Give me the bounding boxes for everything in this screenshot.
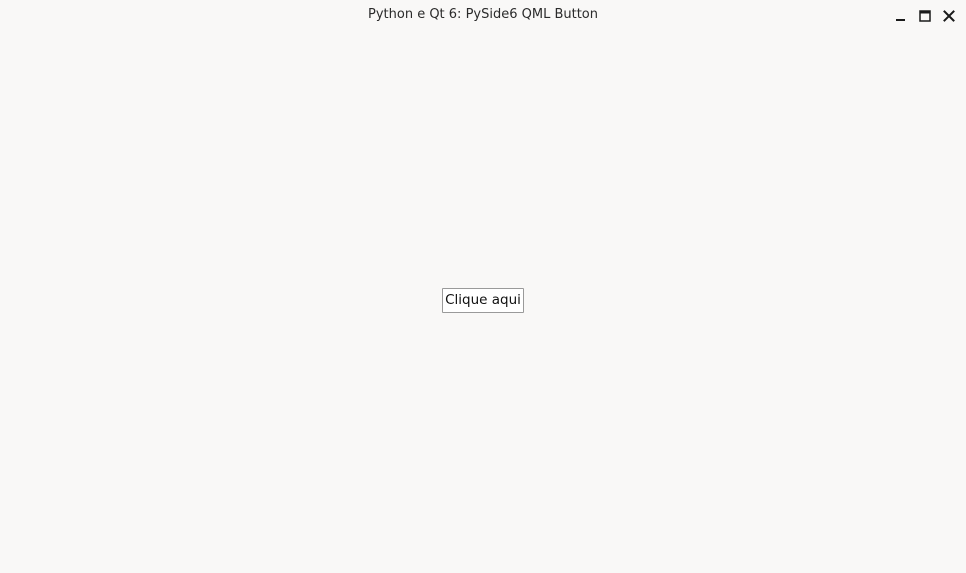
minimize-icon xyxy=(896,19,905,21)
click-here-button[interactable]: Clique aqui xyxy=(442,288,524,313)
app-window: Python e Qt 6: PySide6 QML Button Clique… xyxy=(0,0,966,573)
window-controls xyxy=(885,8,957,24)
close-icon xyxy=(943,10,955,22)
maximize-icon xyxy=(919,10,931,22)
maximize-button[interactable] xyxy=(917,8,933,24)
minimize-button[interactable] xyxy=(893,8,909,24)
title-bar[interactable]: Python e Qt 6: PySide6 QML Button xyxy=(0,0,966,32)
main-content: Clique aqui xyxy=(0,32,966,573)
window-title: Python e Qt 6: PySide6 QML Button xyxy=(368,7,598,22)
close-button[interactable] xyxy=(941,8,957,24)
